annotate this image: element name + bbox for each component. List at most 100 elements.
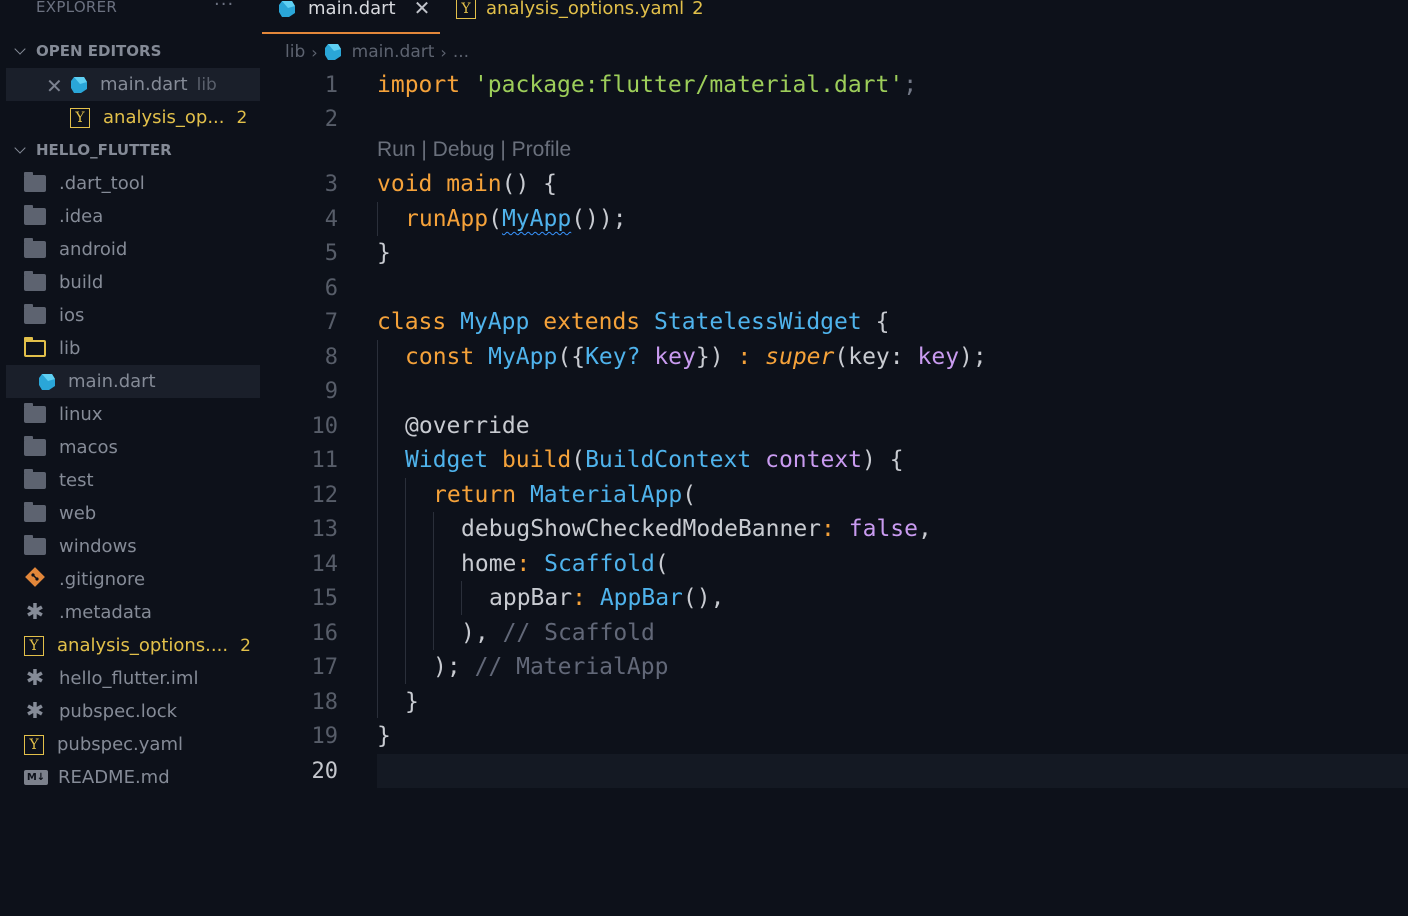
code-line: 15 appBar: AppBar (), bbox=[262, 581, 1408, 615]
closing-label-comment: // MaterialApp bbox=[474, 654, 669, 680]
line-number: 10 bbox=[311, 413, 339, 439]
markdown-icon: M↓ bbox=[24, 770, 48, 785]
tab-main-dart[interactable]: main.dart ✕ bbox=[262, 0, 440, 34]
code-line: 9 bbox=[262, 374, 1408, 408]
code-line: 7 class MyApp extends StatelessWidget { bbox=[262, 305, 1408, 339]
vscode-window: EXPLORER ··· OPEN EDITORS ✕ main.dart li… bbox=[0, 0, 1408, 916]
line-number: 19 bbox=[311, 723, 339, 749]
project-header[interactable]: HELLO_FLUTTER bbox=[12, 139, 172, 161]
folder-icon bbox=[24, 238, 46, 258]
code-line: 18 } bbox=[262, 685, 1408, 719]
code-line: 16 ), // Scaffold bbox=[262, 616, 1408, 650]
tree-item-label: ios bbox=[59, 305, 85, 326]
code-line: 13 debugShowCheckedModeBanner: false, bbox=[262, 512, 1408, 546]
tree-item-ios[interactable]: ios bbox=[6, 299, 260, 332]
tree-item-readme[interactable]: M↓ README.md bbox=[6, 761, 260, 794]
folder-icon bbox=[24, 502, 46, 522]
code-line: 17 ); // MaterialApp bbox=[262, 650, 1408, 684]
tree-item-pubspec-lock[interactable]: ✱ pubspec.lock bbox=[6, 695, 260, 728]
tree-item-android[interactable]: android bbox=[6, 233, 260, 266]
open-editor-analysis-options[interactable]: Y analysis_op... 2 bbox=[6, 101, 260, 134]
code-line: 4 runApp(MyApp ()); bbox=[262, 202, 1408, 236]
folder-icon bbox=[24, 535, 46, 555]
yaml-icon: Y bbox=[24, 635, 44, 656]
folder-open-icon bbox=[24, 337, 46, 357]
line-number: 5 bbox=[324, 240, 338, 266]
line-number: 8 bbox=[324, 344, 338, 370]
line-number: 4 bbox=[324, 206, 338, 232]
code-line: 8 const MyApp({Key? key}) : super (key: k… bbox=[262, 340, 1408, 374]
project-label: HELLO_FLUTTER bbox=[36, 141, 172, 159]
tree-item-pubspec-yaml[interactable]: Y pubspec.yaml bbox=[6, 728, 260, 761]
close-icon[interactable]: ✕ bbox=[414, 0, 431, 20]
problems-badge: 2 bbox=[236, 107, 248, 128]
folder-icon bbox=[24, 271, 46, 291]
line-number: 1 bbox=[324, 72, 338, 98]
folder-icon bbox=[24, 403, 46, 423]
tree-item-label: macos bbox=[59, 437, 118, 458]
tab-label: analysis_options.yaml bbox=[486, 0, 685, 19]
folder-icon bbox=[24, 172, 46, 192]
code-line: 12 return MaterialApp( bbox=[262, 478, 1408, 512]
line-number: 9 bbox=[324, 378, 338, 404]
tree-item-linux[interactable]: linux bbox=[6, 398, 260, 431]
tree-item-metadata[interactable]: ✱ .metadata bbox=[6, 596, 260, 629]
tree-item-label: linux bbox=[59, 404, 103, 425]
tree-item-dart-tool[interactable]: .dart_tool bbox=[6, 167, 260, 200]
code-line: 3 void main() { bbox=[262, 167, 1408, 201]
open-editors-header[interactable]: OPEN EDITORS bbox=[12, 40, 161, 62]
tree-item-lib[interactable]: lib bbox=[6, 332, 260, 365]
tree-item-web[interactable]: web bbox=[6, 497, 260, 530]
tree-item-label: analysis_options.... bbox=[57, 635, 229, 656]
more-actions-icon[interactable]: ··· bbox=[214, 0, 234, 15]
tab-analysis-options[interactable]: Y analysis_options.yaml 2 bbox=[456, 0, 704, 34]
open-editor-main-dart[interactable]: ✕ main.dart lib bbox=[6, 68, 260, 101]
breadcrumb-more[interactable]: ... bbox=[453, 42, 469, 62]
tree-item-main-dart[interactable]: main.dart bbox=[6, 365, 260, 398]
tree-item-label: test bbox=[59, 470, 94, 491]
tree-item-iml[interactable]: ✱ hello_flutter.iml bbox=[6, 662, 260, 695]
line-number: 15 bbox=[311, 585, 339, 611]
tree-item-test[interactable]: test bbox=[6, 464, 260, 497]
line-number: 6 bbox=[324, 275, 338, 301]
chevron-down-icon bbox=[14, 142, 26, 154]
chevron-right-icon: › bbox=[311, 42, 318, 62]
folder-icon bbox=[24, 304, 46, 324]
tree-item-macos[interactable]: macos bbox=[6, 431, 260, 464]
dart-icon bbox=[38, 373, 56, 391]
tree-item-label: hello_flutter.iml bbox=[59, 668, 199, 689]
warning-squiggle: MyApp bbox=[501, 206, 572, 232]
code-editor[interactable]: 1 import 'package:flutter/material.dart'… bbox=[262, 68, 1408, 916]
line-number: 7 bbox=[324, 309, 338, 335]
code-line: 6 bbox=[262, 271, 1408, 305]
tree-item-label: android bbox=[59, 239, 128, 260]
tree-item-label: web bbox=[59, 503, 97, 524]
close-icon[interactable]: ✕ bbox=[46, 74, 63, 98]
chevron-down-icon bbox=[14, 43, 26, 55]
tree-item-gitignore[interactable]: .gitignore bbox=[6, 563, 260, 596]
line-number: 12 bbox=[311, 482, 339, 508]
code-line: 10 @override bbox=[262, 409, 1408, 443]
dart-icon bbox=[324, 43, 342, 61]
code-line: 1 import 'package:flutter/material.dart'… bbox=[262, 68, 1408, 102]
tree-item-label: lib bbox=[59, 338, 81, 359]
breadcrumb-file[interactable]: main.dart bbox=[352, 42, 435, 62]
asterisk-icon: ✱ bbox=[25, 599, 45, 625]
tree-item-label: .metadata bbox=[59, 602, 152, 623]
yaml-icon: Y bbox=[70, 107, 90, 128]
tree-item-analysis-options[interactable]: Y analysis_options.... 2 bbox=[6, 629, 260, 662]
line-number: 16 bbox=[311, 620, 339, 646]
dart-icon bbox=[70, 76, 88, 94]
tree-item-idea[interactable]: .idea bbox=[6, 200, 260, 233]
breadcrumb-folder[interactable]: lib bbox=[285, 42, 305, 62]
open-editor-label: main.dart bbox=[100, 74, 188, 95]
explorer-title: EXPLORER bbox=[36, 0, 118, 16]
git-icon bbox=[24, 566, 46, 593]
tree-item-label: pubspec.yaml bbox=[57, 734, 183, 755]
line-number: 17 bbox=[311, 654, 339, 680]
line-number: 18 bbox=[311, 689, 339, 715]
tree-item-windows[interactable]: windows bbox=[6, 530, 260, 563]
codelens-run-debug-profile[interactable]: Run | Debug | Profile bbox=[377, 138, 571, 162]
tree-item-build[interactable]: build bbox=[6, 266, 260, 299]
current-line: 20 bbox=[312, 754, 1408, 788]
